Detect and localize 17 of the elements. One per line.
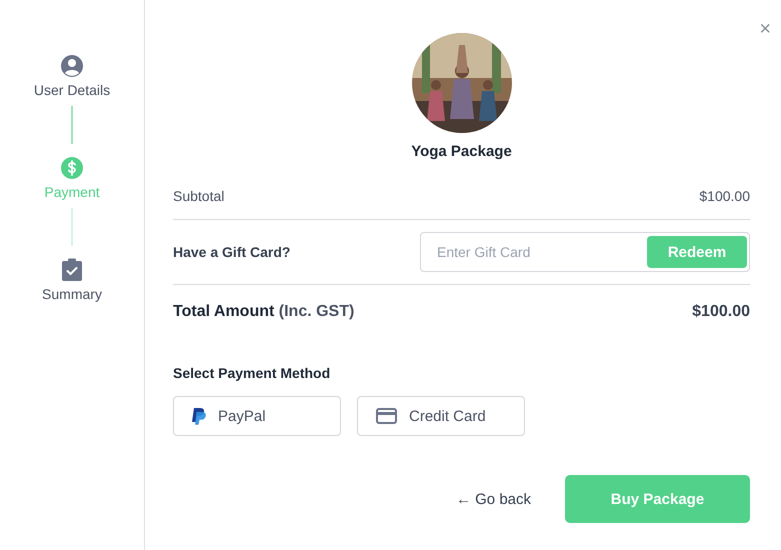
- payment-method-heading: Select Payment Method: [173, 365, 332, 381]
- paypal-icon: [192, 408, 206, 424]
- gift-card-label: Have a Gift Card?: [173, 244, 290, 260]
- total-label: Total Amount (Inc. GST): [173, 303, 354, 321]
- paypal-option[interactable]: PayPal: [173, 396, 341, 436]
- package-name: Yoga Package: [411, 143, 512, 160]
- step-label[interactable]: User Details: [34, 82, 110, 98]
- go-back-link[interactable]: ← Go back: [456, 490, 531, 508]
- user-icon: [60, 54, 84, 78]
- subtotal-value: $100.00: [699, 188, 750, 204]
- subtotal-label: Subtotal: [173, 188, 224, 204]
- credit-card-option[interactable]: Credit Card: [357, 396, 525, 436]
- clipboard-check-icon: [61, 258, 83, 282]
- dollar-icon: [60, 156, 84, 180]
- credit-card-icon: [376, 408, 397, 424]
- step-label[interactable]: Summary: [42, 286, 102, 302]
- total-value: $100.00: [692, 303, 750, 321]
